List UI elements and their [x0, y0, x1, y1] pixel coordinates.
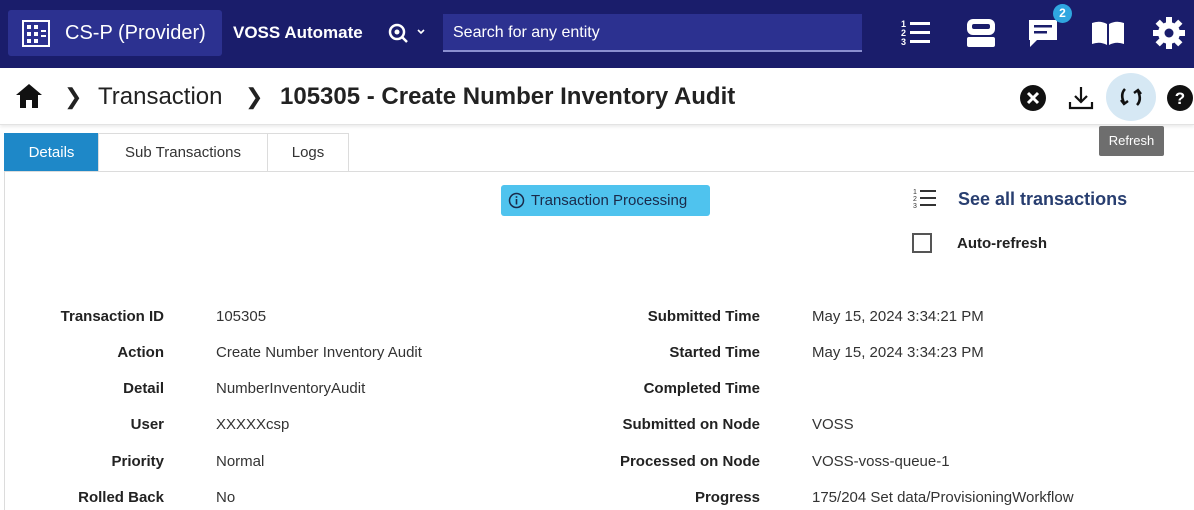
field-label-completed-time: Completed Time	[643, 380, 760, 397]
tab-logs[interactable]: Logs	[267, 133, 349, 171]
refresh-icon	[1120, 88, 1142, 106]
breadcrumb-transaction[interactable]: Transaction	[98, 83, 223, 111]
search-scope-icon	[388, 23, 425, 43]
tenant-name: CS-P (Provider)	[65, 21, 206, 44]
field-label-action: Action	[117, 344, 164, 361]
book-icon[interactable]	[1089, 14, 1127, 52]
auto-refresh-toggle[interactable]: Auto-refresh	[912, 233, 1047, 253]
tenant-selector[interactable]: CS-P (Provider)	[8, 10, 222, 56]
field-label-started-time: Started Time	[669, 344, 760, 361]
svg-text:1: 1	[913, 189, 917, 196]
field-label-user: User	[130, 416, 164, 433]
refresh-button[interactable]	[1106, 73, 1156, 121]
svg-text:2: 2	[913, 196, 917, 203]
page-title: 105305 - Create Number Inventory Audit	[280, 83, 736, 110]
download-icon[interactable]	[1066, 83, 1096, 113]
auto-refresh-label: Auto-refresh	[957, 234, 1048, 252]
search-input[interactable]: Search for any entity	[443, 14, 862, 52]
info-icon	[508, 192, 525, 209]
status-badge: Transaction Processing	[501, 185, 710, 216]
status-label: Transaction Processing	[531, 192, 688, 209]
building-icon	[22, 20, 50, 47]
field-label-priority: Priority	[111, 453, 164, 470]
refresh-tooltip: Refresh	[1099, 126, 1164, 156]
field-value-submitted-time: May 15, 2024 3:34:21 PM	[812, 308, 984, 325]
chevron-right-icon: ❯	[245, 84, 264, 109]
field-label-submitted-on-node: Submitted on Node	[622, 416, 761, 433]
field-value-started-time: May 15, 2024 3:34:23 PM	[812, 344, 984, 361]
field-value-priority: Normal	[216, 453, 265, 470]
robot-icon[interactable]	[962, 14, 1000, 52]
field-value-user: XXXXXcsp	[216, 416, 290, 433]
product-name: VOSS Automate	[233, 23, 363, 42]
notification-badge: 2	[1053, 4, 1072, 23]
svg-text:3: 3	[901, 37, 906, 47]
svg-text:?: ?	[1175, 89, 1185, 108]
search-scope-button[interactable]	[386, 14, 440, 52]
top-navbar: CS-P (Provider) VOSS Automate Search for…	[0, 0, 1194, 68]
field-label-rolled-back: Rolled Back	[78, 489, 164, 506]
help-icon[interactable]: ?	[1166, 83, 1194, 113]
panel-border	[4, 171, 5, 510]
field-label-processed-on-node: Processed on Node	[619, 453, 760, 470]
home-icon[interactable]	[14, 82, 44, 110]
tab-sub-transactions[interactable]: Sub Transactions	[98, 133, 268, 171]
field-label-transaction-id: Transaction ID	[60, 308, 164, 325]
field-value-action: Create Number Inventory Audit	[216, 344, 422, 361]
field-value-submitted-on-node: VOSS	[812, 416, 854, 433]
see-all-label: See all transactions	[958, 188, 1128, 209]
close-icon[interactable]	[1018, 83, 1048, 113]
chevron-right-icon: ❯	[64, 84, 83, 109]
auto-refresh-checkbox[interactable]	[912, 233, 932, 253]
field-label-submitted-time: Submitted Time	[647, 308, 760, 325]
gear-icon[interactable]	[1150, 14, 1188, 52]
field-label-detail: Detail	[123, 380, 164, 397]
see-all-transactions-link[interactable]: 1 2 3 See all transactions	[912, 186, 1127, 212]
tab-divider	[4, 171, 1194, 172]
field-value-transaction-id: 105305	[216, 308, 267, 325]
field-label-progress: Progress	[694, 489, 760, 506]
tab-details[interactable]: Details	[4, 133, 99, 171]
search-placeholder: Search for any entity	[453, 24, 600, 41]
tab-bar: Details Sub Transactions Logs	[4, 133, 349, 171]
svg-text:3: 3	[913, 203, 917, 210]
field-value-detail: NumberInventoryAudit	[216, 380, 366, 397]
field-value-rolled-back: No	[216, 489, 236, 506]
menu-list-icon[interactable]: 1 2 3	[897, 14, 935, 52]
field-value-progress: 175/204 Set data/ProvisioningWorkflow	[812, 489, 1074, 506]
numbered-list-icon: 1 2 3	[913, 189, 936, 210]
field-value-processed-on-node: VOSS-voss-queue-1	[812, 453, 950, 470]
